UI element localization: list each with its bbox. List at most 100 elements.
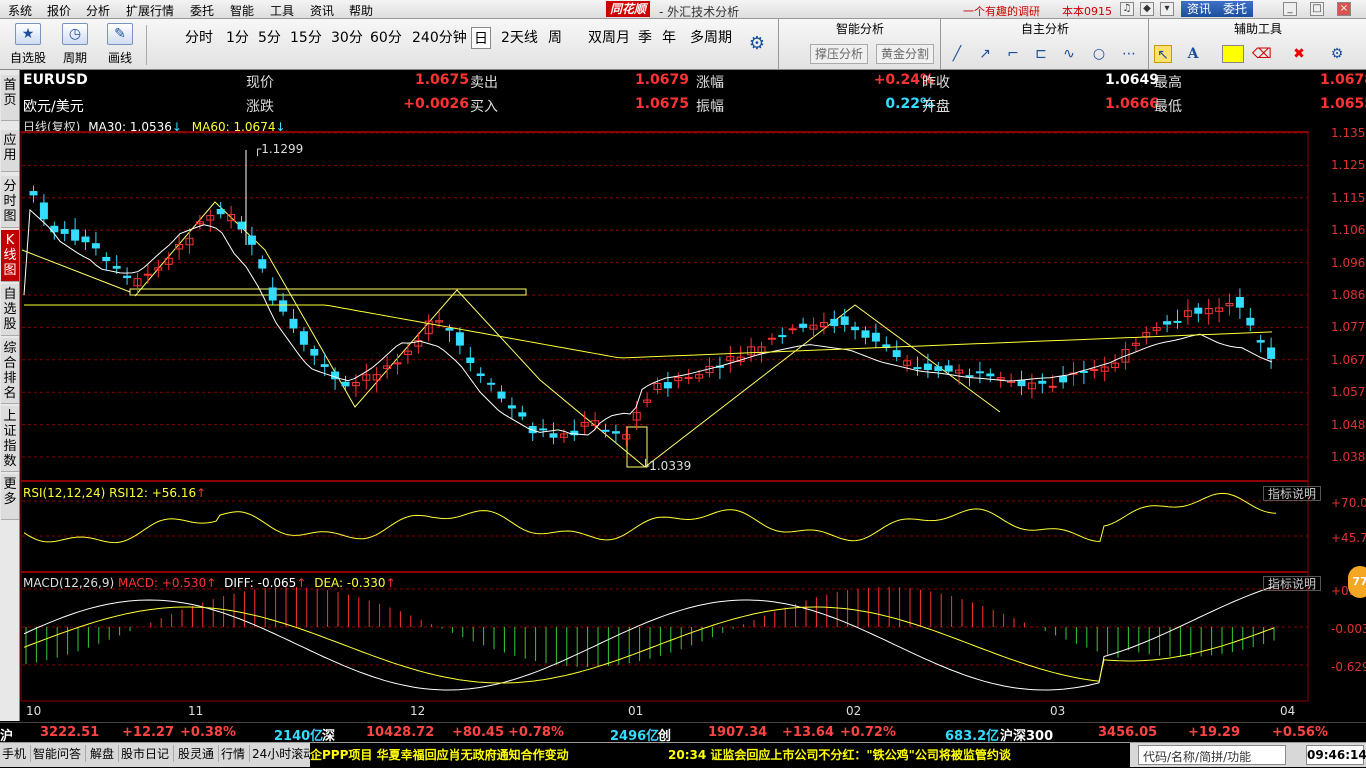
menu-tools[interactable]: 工具 (270, 2, 294, 19)
trade-button[interactable]: 委托 (1217, 1, 1254, 17)
price-tick: 1.0383 (1331, 450, 1366, 464)
info-button[interactable]: 资讯 (1181, 1, 1218, 17)
tab-timeshare[interactable]: 分时图 (1, 176, 19, 228)
menu-system[interactable]: 系统 (8, 2, 32, 19)
candle-body (320, 364, 329, 367)
tab-more[interactable]: 更多 (1, 474, 19, 520)
period-6[interactable]: 240分钟 (410, 27, 469, 49)
candle-body (975, 371, 984, 374)
bottom-tab[interactable]: 股市日记 (121, 745, 175, 762)
ray-tool-icon[interactable]: ↗ (976, 45, 994, 63)
candle-body (466, 357, 475, 363)
candle-body (476, 373, 485, 377)
tab-shanghai-index[interactable]: 上证指数 (1, 406, 19, 472)
macd-help-button[interactable]: 指标说明 (1262, 576, 1321, 591)
low-annotation: └1.0339 (642, 459, 692, 473)
code-search-input[interactable]: 代码/名称/简拼/功能 (1138, 745, 1286, 765)
candle-body (1246, 317, 1255, 326)
menu-analysis[interactable]: 分析 (86, 2, 110, 19)
status-item: 3222.51 (40, 725, 100, 740)
bell-icon[interactable]: ♫ (1120, 2, 1134, 16)
candle-body (663, 382, 672, 389)
period-14[interactable]: 多周期 (688, 27, 734, 49)
bottom-tab[interactable]: 智能问答 (33, 745, 87, 762)
period-5[interactable]: 60分 (368, 27, 404, 49)
period-3[interactable]: 15分 (288, 27, 324, 49)
bottom-tab[interactable]: 股灵通 (178, 745, 220, 762)
maximize-icon[interactable]: □ (1310, 2, 1324, 16)
golden-section-button[interactable]: 黄金分割 (876, 44, 935, 64)
line-tool-icon[interactable]: ╱ (948, 45, 966, 63)
news-ticker[interactable]: 企PPP项目 华夏幸福回应肖无政府通知合作变动 20:34 证监会回应上市公司不… (310, 743, 1130, 768)
period-0[interactable]: 分时 (183, 27, 215, 49)
color-picker-icon[interactable] (1222, 45, 1244, 63)
float-badge[interactable]: 77 (1348, 566, 1366, 598)
candle-body (112, 266, 121, 269)
tab-apps[interactable]: 应用 (1, 130, 19, 172)
tab-ranking[interactable]: 综合排名 (1, 338, 19, 404)
period-11[interactable]: 月 (614, 27, 632, 49)
more-tools-icon[interactable]: ⋯ (1120, 45, 1138, 63)
shirt-icon[interactable]: ◆ (1140, 2, 1154, 16)
delete-icon[interactable]: ✖ (1290, 45, 1308, 63)
menu-smart[interactable]: 智能 (230, 2, 254, 19)
support-resistance-button[interactable]: 撑压分析 (810, 44, 869, 64)
close-icon[interactable]: × (1337, 2, 1351, 16)
draw-line-button[interactable]: ✎ 画线 (100, 23, 140, 67)
ticker-item-2[interactable]: 20:34 证监会回应上市公司不分红："铁公鸡"公司将被监管约谈 (668, 746, 1011, 763)
period-8[interactable]: 2天线 (499, 27, 540, 49)
user-name[interactable]: 本本0915 (1062, 3, 1112, 19)
gear-icon[interactable]: ⚙ (748, 35, 766, 53)
rsi-axis-high: +70.00 (1331, 496, 1366, 510)
candle-body (851, 326, 860, 331)
period-12[interactable]: 季 (636, 27, 654, 49)
tab-kline[interactable]: K线图 (1, 230, 19, 282)
circle-tool-icon[interactable]: ○ (1090, 45, 1108, 63)
menu-help[interactable]: 帮助 (349, 2, 373, 19)
candle-body (1194, 307, 1203, 314)
menu-extended[interactable]: 扩展行情 (126, 2, 174, 19)
text-icon[interactable]: A (1184, 45, 1202, 63)
rsi-label: RSI(12,12,24) RSI12: +56.16↑ (23, 486, 207, 500)
period-1[interactable]: 1分 (224, 27, 251, 49)
wave-tool-icon[interactable]: ∿ (1060, 45, 1078, 63)
channel-tool-icon[interactable]: ⊏ (1032, 45, 1050, 63)
settings-icon[interactable]: ▾ (1160, 2, 1174, 16)
status-item: +12.27 (122, 725, 175, 740)
cycle-button[interactable]: ◷ 周期 (55, 23, 95, 67)
kline-chart[interactable] (20, 70, 1366, 721)
pointer-icon[interactable]: ↖ (1154, 45, 1172, 63)
rsi-axis-mid: +45.73 (1331, 531, 1366, 545)
period-7[interactable]: 日 (471, 27, 491, 49)
period-2[interactable]: 5分 (256, 27, 283, 49)
news-headline[interactable]: 一个有趣的调研 (963, 3, 1040, 19)
tab-watchlist[interactable]: 自选股 (1, 284, 19, 336)
bottom-bar: 手机 智能问答 解盘 股市日记 股灵通 行情 24小时滚动 企PPP项目 华夏幸福回应肖无政… (0, 742, 1366, 768)
tab-home[interactable]: 首页 (1, 75, 19, 121)
tool-settings-icon[interactable]: ⚙ (1328, 45, 1346, 63)
period-13[interactable]: 年 (660, 27, 678, 49)
menu-quote[interactable]: 报价 (47, 2, 71, 19)
period-4[interactable]: 30分 (329, 27, 365, 49)
candle-body (611, 431, 620, 434)
eraser-icon[interactable]: ⌫ (1252, 45, 1272, 63)
price-tick: 1.1158 (1331, 190, 1366, 205)
menu-trade[interactable]: 委托 (190, 2, 214, 19)
candle-body (341, 381, 350, 387)
period-9[interactable]: 周 (546, 27, 564, 49)
candle-body (143, 273, 152, 276)
candle-body (1267, 347, 1276, 359)
ticker-item-1[interactable]: 企PPP项目 华夏幸福回应肖无政府通知合作变动 (310, 746, 569, 763)
rsi-help-button[interactable]: 指标说明 (1262, 486, 1321, 501)
price-tick: 1.1352 (1331, 126, 1366, 140)
watchlist-button[interactable]: ★ 自选股 (8, 23, 48, 67)
menu-news[interactable]: 资讯 (310, 2, 334, 19)
candle-body (861, 330, 870, 338)
left-tabs: 首页 应用 分时图 K线图 自选股 综合排名 上证指数 更多 (0, 70, 20, 721)
rect-tool-icon[interactable]: ⌐ (1004, 45, 1022, 63)
candle-body (507, 405, 516, 409)
bottom-tab[interactable]: 解盘 (90, 745, 120, 762)
bottom-tab[interactable]: 行情 (221, 745, 251, 762)
minimize-icon[interactable]: _ (1283, 2, 1297, 16)
bottom-tab[interactable]: 手机 (2, 745, 32, 762)
